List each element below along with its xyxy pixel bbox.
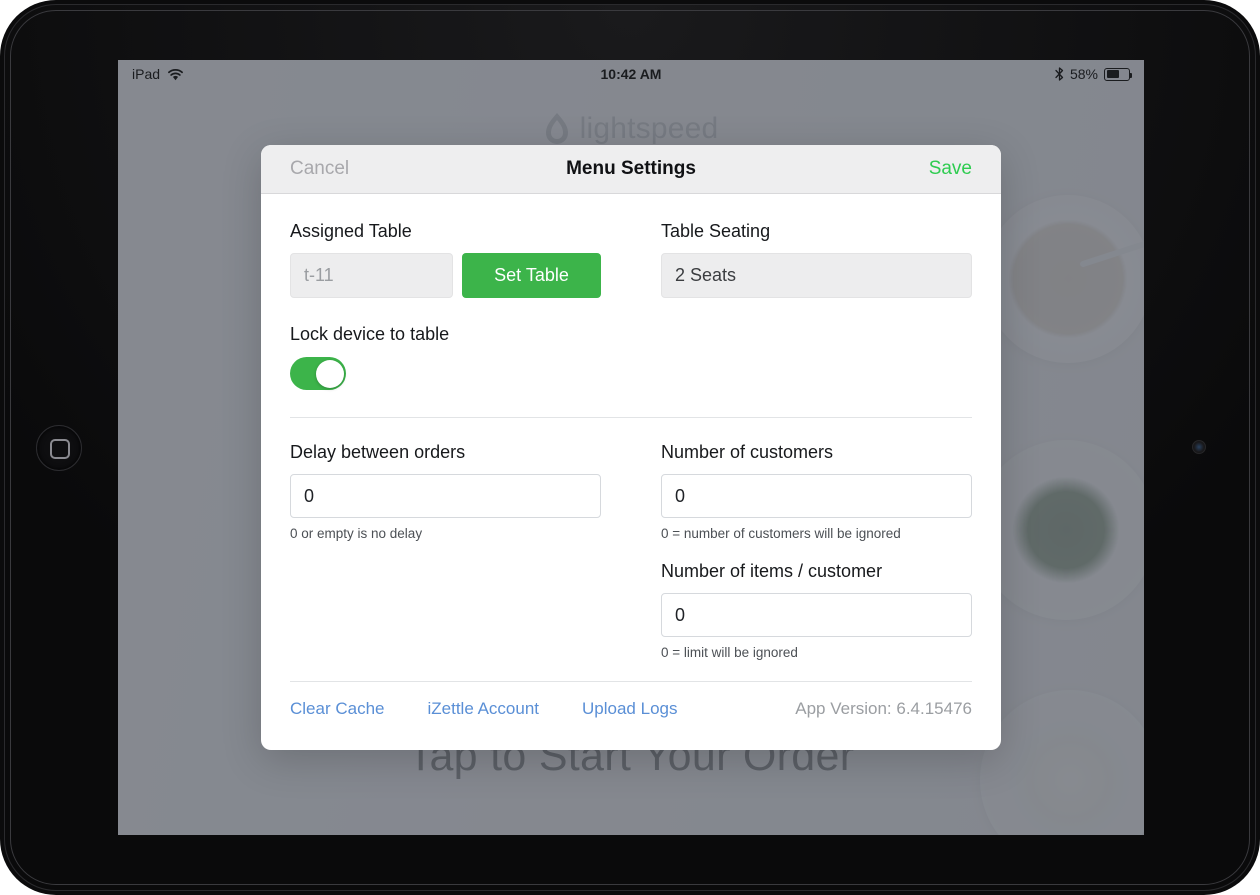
battery-fill <box>1106 70 1119 78</box>
modal-footer: Clear Cache iZettle Account Upload Logs … <box>261 682 1001 719</box>
delay-between-orders-label: Delay between orders <box>290 442 466 462</box>
order-settings-row: Delay between orders 0 0 or empty is no … <box>290 442 972 660</box>
modal-header: Cancel Menu Settings Save <box>261 145 1001 194</box>
number-of-customers-label: Number of customers <box>661 442 834 462</box>
assigned-table-label: Assigned Table <box>290 221 412 241</box>
status-bar-clock: 10:42 AM <box>600 66 662 82</box>
order-settings-section: Delay between orders 0 0 or empty is no … <box>290 418 972 660</box>
home-button[interactable] <box>36 425 82 471</box>
ipad-device-frame: lightspeed Tap to Start Your Order iPad … <box>0 0 1260 895</box>
modal-title: Menu Settings <box>566 158 696 179</box>
ios-status-bar: iPad 10:42 AM 58% <box>118 60 1144 88</box>
status-bar-right: 58% <box>1055 66 1132 82</box>
assigned-table-group: Assigned Table t-11 Set Table <box>290 221 601 298</box>
assigned-table-input[interactable]: t-11 <box>290 253 453 298</box>
home-button-square-icon <box>50 439 70 459</box>
set-table-button[interactable]: Set Table <box>462 253 601 298</box>
customers-column: Number of customers 0 0 = number of cust… <box>661 442 972 660</box>
number-of-customers-input[interactable]: 0 <box>661 474 972 518</box>
save-button[interactable]: Save <box>929 158 972 180</box>
number-of-customers-group: Number of customers 0 0 = number of cust… <box>661 442 972 541</box>
battery-percent-label: 58% <box>1069 66 1098 82</box>
lock-device-toggle-knob <box>315 359 344 388</box>
app-version-label: App Version: 6.4.15476 <box>795 699 972 718</box>
table-seating-label: Table Seating <box>661 221 771 241</box>
lock-device-group: Lock device to table <box>290 324 972 390</box>
items-per-customer-group: Number of items / customer 0 0 = limit w… <box>661 561 972 660</box>
clear-cache-link[interactable]: Clear Cache <box>290 699 385 719</box>
battery-icon <box>1104 67 1132 81</box>
menu-settings-modal: Cancel Menu Settings Save Assigned Table… <box>261 145 1001 750</box>
bluetooth-icon <box>1055 67 1064 81</box>
table-seating-input[interactable]: 2 Seats <box>661 253 972 298</box>
lock-device-toggle[interactable] <box>290 357 346 390</box>
items-per-customer-label: Number of items / customer <box>661 561 883 581</box>
table-settings-row: Assigned Table t-11 Set Table Table Seat… <box>290 221 972 298</box>
modal-body: Assigned Table t-11 Set Table Table Seat… <box>261 194 1001 682</box>
delay-between-orders-hint: 0 or empty is no delay <box>290 526 423 541</box>
izettle-account-link[interactable]: iZettle Account <box>428 699 540 719</box>
battery-cap <box>1130 72 1132 78</box>
lock-device-label: Lock device to table <box>290 324 450 344</box>
ipad-screen: lightspeed Tap to Start Your Order iPad … <box>118 60 1144 835</box>
assigned-table-row: t-11 Set Table <box>290 253 601 298</box>
table-seating-group: Table Seating 2 Seats <box>661 221 972 298</box>
number-of-customers-hint: 0 = number of customers will be ignored <box>661 526 901 541</box>
front-camera-icon <box>1192 440 1206 454</box>
delay-between-orders-input[interactable]: 0 <box>290 474 601 518</box>
items-per-customer-hint: 0 = limit will be ignored <box>661 645 798 660</box>
items-per-customer-input[interactable]: 0 <box>661 593 972 637</box>
upload-logs-link[interactable]: Upload Logs <box>582 699 677 719</box>
delay-between-orders-group: Delay between orders 0 0 or empty is no … <box>290 442 601 660</box>
